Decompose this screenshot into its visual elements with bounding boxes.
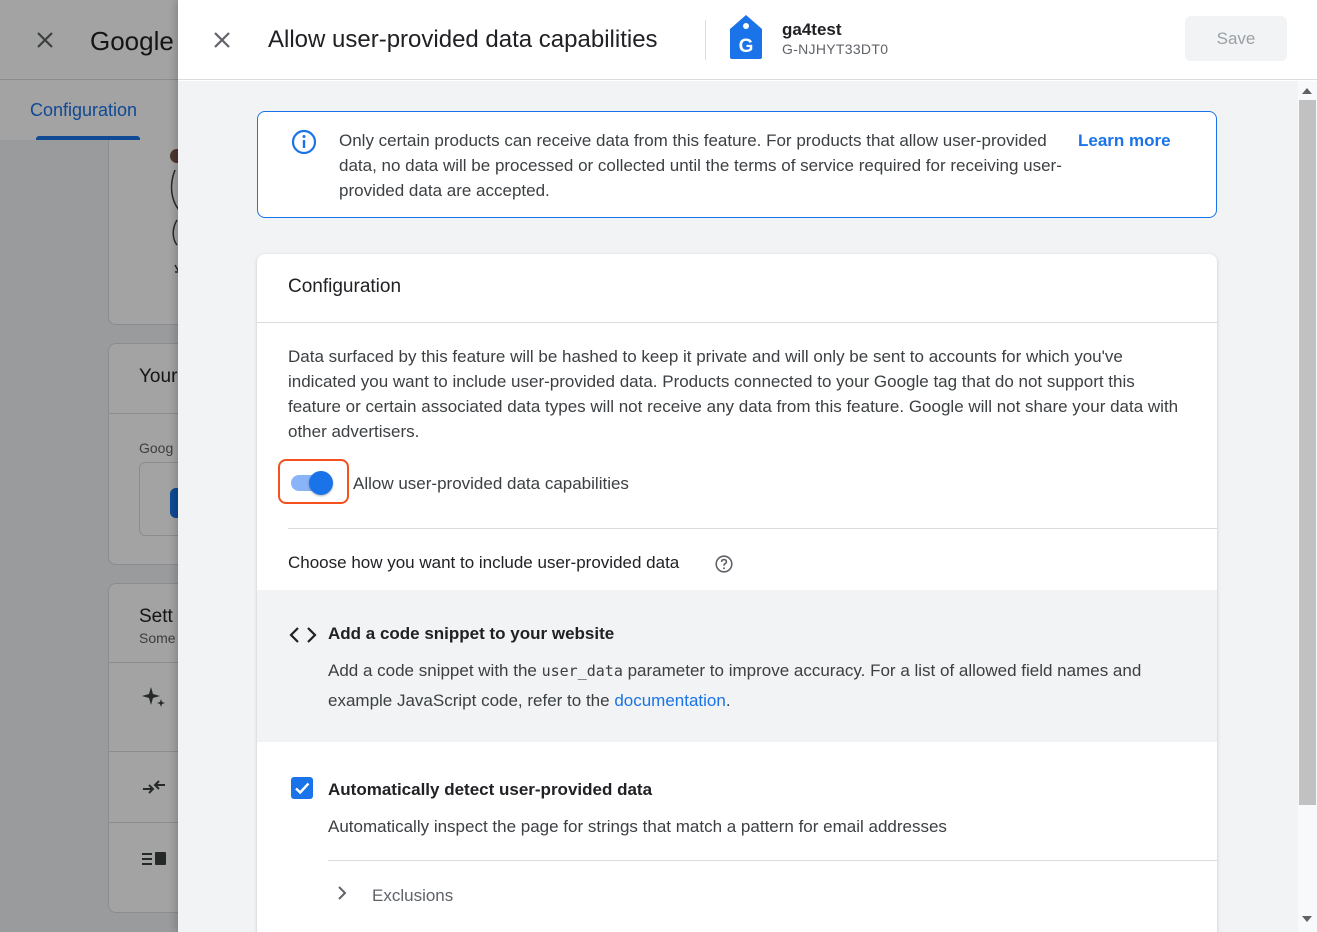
choose-method-label: Choose how you want to include user-prov… bbox=[288, 553, 680, 572]
learn-more-link[interactable]: Learn more bbox=[1078, 131, 1171, 151]
code-snippet-title: Add a code snippet to your website bbox=[328, 624, 615, 643]
toggle-thumb bbox=[309, 471, 333, 495]
check-icon bbox=[295, 782, 310, 795]
auto-detect-title: Automatically detect user-provided data bbox=[328, 780, 653, 799]
allow-data-toggle[interactable] bbox=[278, 459, 349, 504]
divider bbox=[328, 860, 1217, 861]
tag-id: G-NJHYT33DT0 bbox=[782, 41, 889, 57]
scroll-down-arrow[interactable] bbox=[1302, 916, 1312, 922]
toggle-label: Allow user-provided data capabilities bbox=[353, 474, 629, 493]
info-banner: Only certain products can receive data f… bbox=[257, 111, 1217, 218]
exclusions-expander[interactable]: Exclusions bbox=[372, 886, 453, 906]
divider bbox=[257, 322, 1217, 323]
dialog-header: Allow user-provided data capabilities G … bbox=[178, 0, 1317, 80]
auto-detect-checkbox[interactable] bbox=[291, 777, 313, 799]
close-icon[interactable] bbox=[210, 28, 234, 52]
divider bbox=[288, 528, 1217, 529]
dialog-title: Allow user-provided data capabilities bbox=[268, 26, 658, 53]
description-text: Add a code snippet with the bbox=[328, 661, 542, 680]
dialog-body: Only certain products can receive data f… bbox=[178, 81, 1298, 932]
code-snippet-option[interactable]: Add a code snippet to your website Add a… bbox=[257, 590, 1217, 742]
chevron-right-icon[interactable] bbox=[334, 885, 350, 901]
configuration-title: Configuration bbox=[288, 276, 402, 297]
code-snippet-description: Add a code snippet with the user_data pa… bbox=[328, 656, 1188, 716]
info-text: Only certain products can receive data f… bbox=[339, 131, 1062, 200]
divider bbox=[705, 20, 706, 60]
code-icon bbox=[289, 627, 317, 643]
scroll-up-arrow[interactable] bbox=[1302, 88, 1312, 94]
tag-name: ga4test bbox=[782, 20, 842, 39]
dialog: Allow user-provided data capabilities G … bbox=[178, 0, 1317, 932]
help-icon[interactable] bbox=[714, 554, 734, 574]
scrollbar-thumb[interactable] bbox=[1299, 100, 1316, 805]
auto-detect-description: Automatically inspect the page for strin… bbox=[328, 817, 947, 836]
google-tag-icon: G bbox=[730, 15, 762, 59]
save-button[interactable]: Save bbox=[1185, 16, 1287, 61]
parameter-code: user_data bbox=[541, 662, 623, 680]
svg-text:G: G bbox=[739, 36, 754, 57]
description-text: . bbox=[725, 691, 731, 710]
info-icon bbox=[291, 129, 317, 155]
documentation-link[interactable]: documentation bbox=[614, 691, 726, 710]
configuration-card: Configuration Data surfaced by this feat… bbox=[257, 254, 1217, 932]
configuration-description: Data surfaced by this feature will be ha… bbox=[288, 347, 1179, 441]
